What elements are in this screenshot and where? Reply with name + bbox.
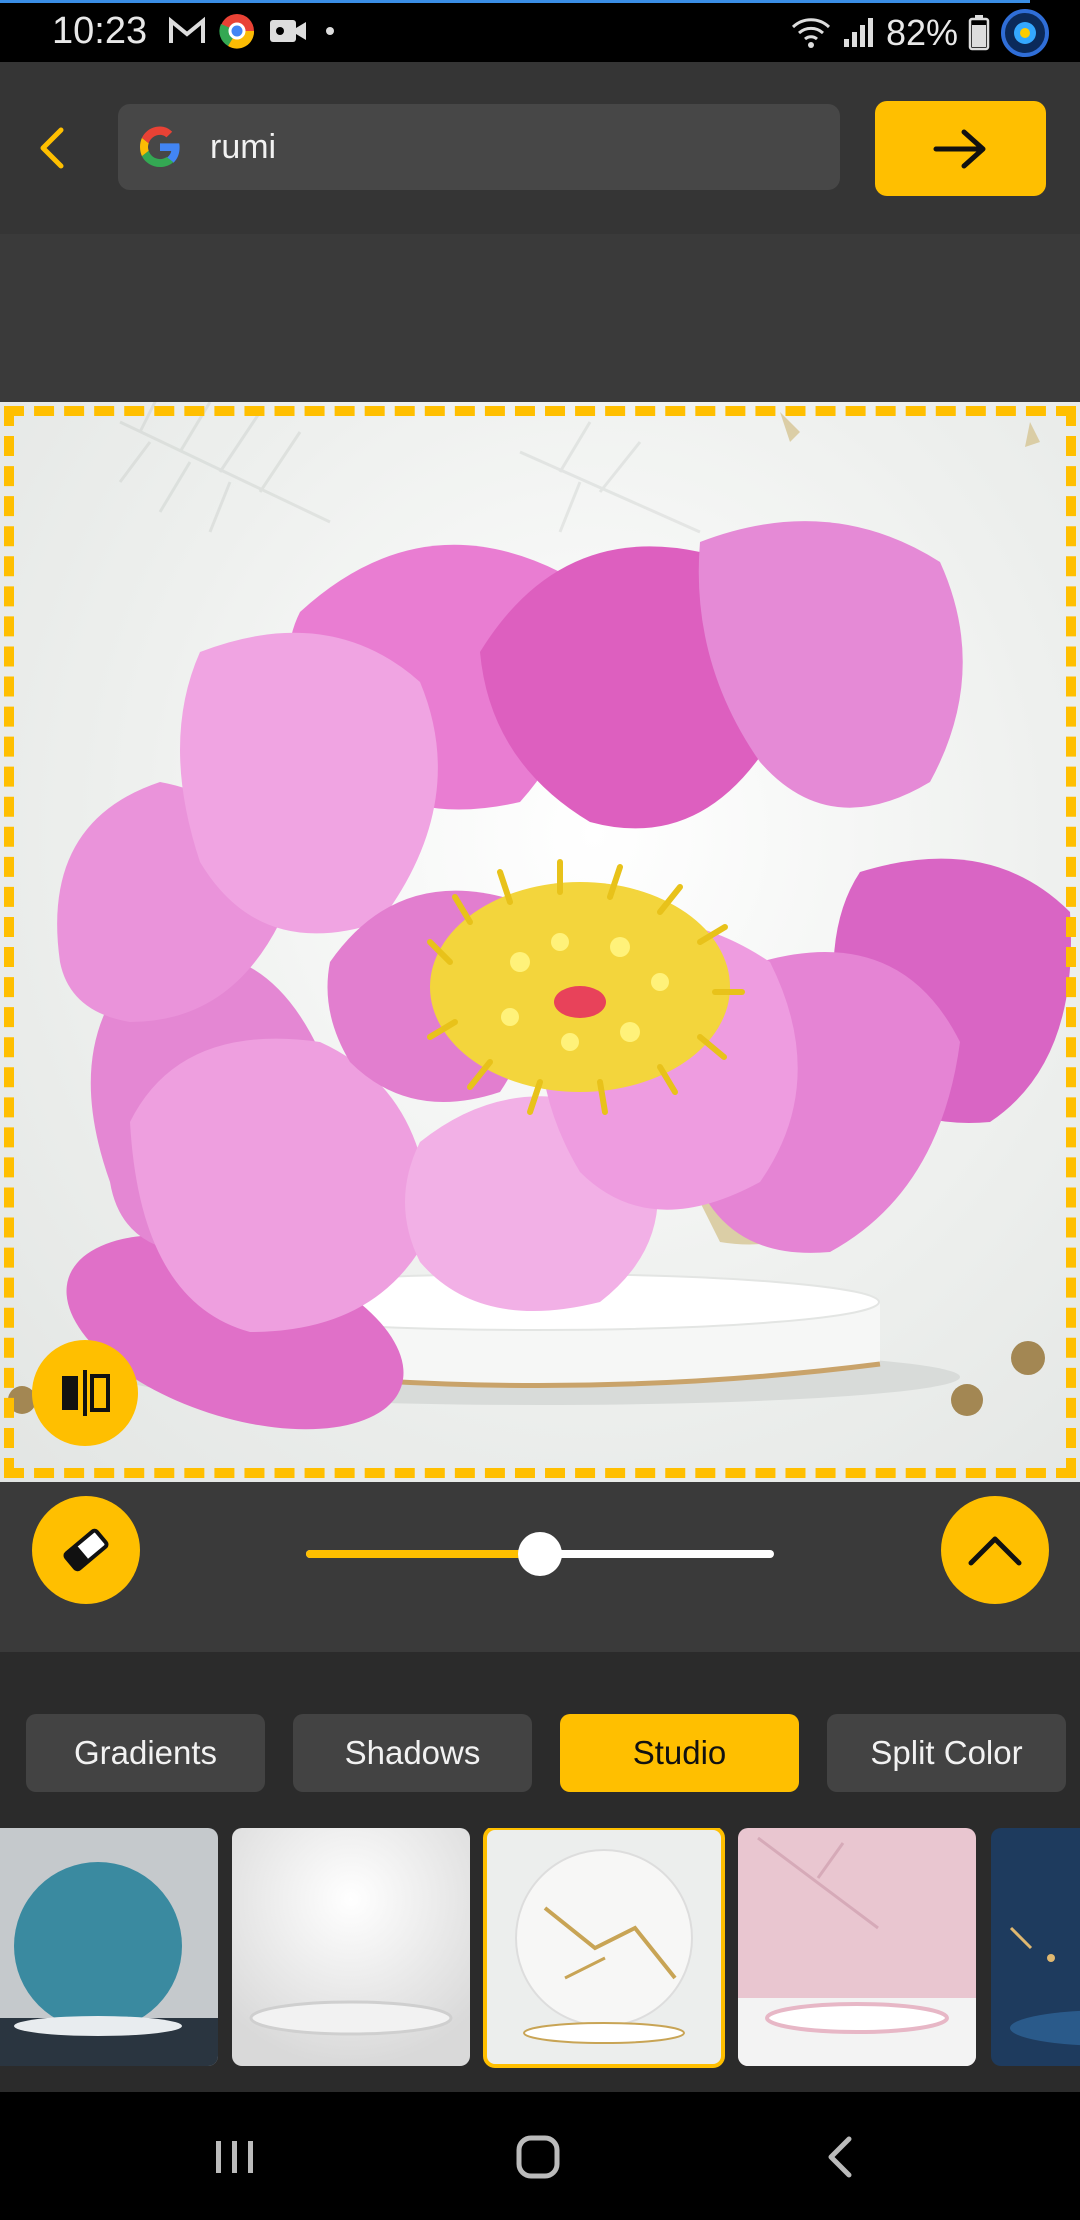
app-overlay-icon [1001,9,1049,57]
google-logo-icon [140,126,180,167]
tab-studio[interactable]: Studio [560,1714,799,1792]
intensity-slider[interactable] [306,1532,774,1576]
page-load-progress [0,0,1030,3]
gmail-icon [169,16,205,43]
video-icon [270,20,306,42]
pink-leaf-stage-image [738,1828,976,2066]
chevron-up-icon [968,1536,1022,1566]
compare-split-button[interactable] [32,1340,138,1446]
edit-canvas[interactable] [0,402,1080,1482]
blue-night-stage-image [991,1828,1080,2066]
home-button[interactable] [488,2122,588,2192]
expand-panel-button[interactable] [941,1496,1049,1604]
background-thumbnail-selected[interactable] [483,1828,725,2068]
signal-icon [843,18,873,47]
background-picker: Gradients Shadows Studio Split Color [0,1652,1080,2092]
tab-gradients[interactable]: Gradients [26,1714,265,1792]
status-bar: 10:23 82% [0,0,1080,62]
background-thumbnail[interactable] [991,1828,1080,2066]
recent-apps-icon [216,2141,253,2173]
white-studio-stage-image [232,1828,470,2066]
tool-controls [0,1482,1080,1652]
studio-scene-image [8,402,1071,1430]
background-thumbnail[interactable] [738,1828,976,2066]
search-query-text: rumi [210,127,277,166]
tab-shadows[interactable]: Shadows [293,1714,532,1792]
slider-fill [306,1550,540,1558]
chrome-icon [219,14,255,49]
system-navigation-bar [0,2092,1080,2220]
marble-gold-stage-image [485,1828,723,2066]
tab-split-color[interactable]: Split Color [827,1714,1066,1792]
arrow-right-icon [933,129,985,168]
chevron-left-icon [40,127,64,169]
battery-icon [968,15,990,51]
dot-icon [326,27,334,35]
teal-circle-stage-image [0,1828,218,2066]
top-bar: rumi [0,62,1080,234]
back-nav-icon [828,2136,852,2178]
go-button[interactable] [875,101,1046,196]
slider-thumb[interactable] [518,1532,562,1576]
eraser-button[interactable] [32,1496,140,1604]
battery-percent: 82% [885,12,958,53]
wifi-icon [791,18,830,48]
eraser-icon [63,1528,109,1572]
home-icon [516,2135,560,2179]
status-time: 10:23 [52,10,148,52]
back-button[interactable] [22,118,82,178]
background-thumbnails [0,1828,1080,2068]
category-tabs: Gradients Shadows Studio Split Color [26,1714,1066,1792]
background-thumbnail[interactable] [232,1828,470,2066]
recent-apps-button[interactable] [185,2122,285,2192]
compare-icon [62,1370,110,1416]
canvas-top-spacer [0,234,1080,402]
back-nav-button[interactable] [790,2122,890,2192]
search-input[interactable]: rumi [118,104,840,190]
background-thumbnail[interactable] [0,1828,218,2066]
